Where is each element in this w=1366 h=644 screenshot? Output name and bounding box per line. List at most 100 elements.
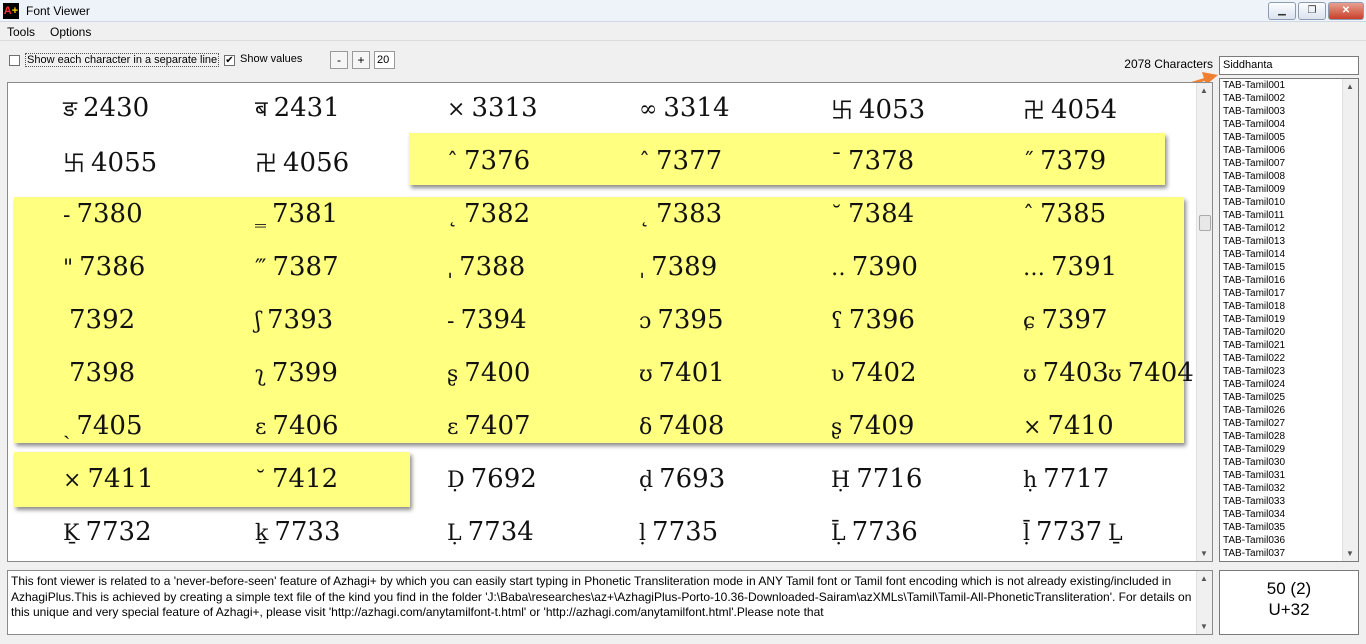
font-list-item[interactable]: TAB-Tamil002 — [1220, 92, 1358, 105]
char-cell[interactable]: ʊ 7404 — [1108, 358, 1194, 388]
char-cell[interactable]: ḥ 7717 — [1023, 464, 1109, 494]
char-cell[interactable]: ˌ 7388 — [447, 252, 525, 282]
char-cell[interactable]: ḍ 7693 — [639, 464, 725, 494]
char-cell[interactable]: δ 7408 — [639, 411, 724, 441]
font-list-item[interactable]: TAB-Tamil033 — [1220, 495, 1358, 508]
char-cell[interactable]: × 7411 — [63, 464, 154, 494]
font-list-item[interactable]: TAB-Tamil036 — [1220, 534, 1358, 547]
char-cell[interactable]: ḷ 7735 — [639, 517, 718, 547]
char-cell[interactable]: Ḵ 7732 — [63, 517, 152, 547]
char-cell[interactable]: ʂ 7409 — [831, 411, 914, 441]
restore-button[interactable]: ❐ — [1298, 2, 1326, 20]
show-values-label[interactable]: Show values — [240, 53, 302, 65]
char-cell[interactable]: ˘ 7412 — [255, 464, 338, 494]
font-list-item[interactable]: TAB-Tamil027 — [1220, 417, 1358, 430]
char-cell[interactable]: ḵ 7733 — [255, 517, 341, 547]
char-cell[interactable]: -7394 — [447, 305, 527, 335]
char-cell[interactable]: ˆ 7385 — [1023, 199, 1106, 229]
font-list-item[interactable]: TAB-Tamil024 — [1220, 378, 1358, 391]
font-list-item[interactable]: TAB-Tamil019 — [1220, 313, 1358, 326]
font-list-item[interactable]: TAB-Tamil035 — [1220, 521, 1358, 534]
font-list-scrollbar[interactable]: ▲ ▼ — [1342, 79, 1358, 561]
font-list-item[interactable]: TAB-Tamil015 — [1220, 261, 1358, 274]
font-list-item[interactable]: TAB-Tamil003 — [1220, 105, 1358, 118]
char-cell[interactable]: 7392 — [63, 305, 135, 335]
char-cell[interactable]: ʃ 7393 — [255, 305, 333, 335]
font-list-item[interactable]: TAB-Tamil037 — [1220, 547, 1358, 560]
char-cell[interactable]: ˎ 7405 — [63, 411, 143, 441]
char-cell[interactable]: ˌ 7389 — [639, 252, 717, 282]
font-list-item[interactable]: TAB-Tamil004 — [1220, 118, 1358, 131]
char-cell[interactable]: ʕ 7396 — [831, 305, 915, 335]
char-cell[interactable]: ‗ 7381 — [255, 199, 338, 229]
char-cell[interactable]: ˛ 7383 — [639, 199, 722, 229]
font-list-item[interactable]: TAB-Tamil020 — [1220, 326, 1358, 339]
char-cell[interactable]: Ḻ — [1108, 517, 1129, 547]
font-list-item[interactable]: TAB-Tamil009 — [1220, 183, 1358, 196]
font-list[interactable]: TAB-Tamil001 TAB-Tamil002 TAB-Tamil003 TAB-… — [1219, 78, 1359, 562]
font-list-item[interactable]: TAB-Tamil025 — [1220, 391, 1358, 404]
font-list-item[interactable]: TAB-Tamil029 — [1220, 443, 1358, 456]
char-cell[interactable]: ˛ 7382 — [447, 199, 530, 229]
char-cell[interactable]: Ḍ 7692 — [447, 464, 537, 494]
font-list-item[interactable]: TAB-Tamil028 — [1220, 430, 1358, 443]
show-values-checkbox[interactable]: ✔ — [224, 55, 235, 66]
char-cell[interactable]: ब 2431 — [255, 93, 340, 123]
char-cell[interactable]: -7380 — [63, 199, 143, 229]
decrease-size-button[interactable]: - — [330, 51, 348, 69]
font-list-item[interactable]: TAB-Tamil001 — [1220, 79, 1358, 92]
font-list-item[interactable]: TAB-Tamil006 — [1220, 144, 1358, 157]
minimize-button[interactable]: ▁ — [1268, 2, 1296, 20]
char-cell[interactable]: Ḥ 7716 — [831, 464, 922, 494]
menu-tools[interactable]: Tools — [7, 25, 35, 39]
char-cell[interactable]: ʂ 7400 — [447, 358, 530, 388]
char-cell[interactable]: ‴ 7387 — [255, 252, 339, 282]
char-cell[interactable]: ɛ 7406 — [255, 411, 339, 441]
char-cell[interactable]: ʊ 7401 — [639, 358, 725, 388]
font-list-item[interactable]: TAB-Tamil032 — [1220, 482, 1358, 495]
font-list-item[interactable]: TAB-Tamil018 — [1220, 300, 1358, 313]
font-list-item[interactable]: TAB-Tamil008 — [1220, 170, 1358, 183]
char-cell[interactable]: ɛ 7407 — [447, 411, 531, 441]
char-cell[interactable]: ʊ 7403 — [1023, 358, 1109, 388]
increase-size-button[interactable]: + — [352, 51, 370, 69]
scroll-down-icon[interactable]: ▼ — [1200, 549, 1208, 558]
char-cell[interactable]: ˆ 7377 — [639, 146, 722, 176]
char-cell[interactable]: ङ 2430 — [63, 93, 149, 123]
char-cell[interactable]: 卍 4056 — [255, 146, 349, 178]
close-button[interactable]: ✕ — [1328, 2, 1364, 20]
font-size-input[interactable]: 20 — [374, 51, 395, 69]
font-list-item[interactable]: TAB-Tamil011 — [1220, 209, 1358, 222]
separate-line-label[interactable]: Show each character in a separate line — [25, 53, 220, 67]
separate-line-checkbox[interactable] — [9, 55, 20, 66]
char-cell[interactable]: ʅ 7399 — [255, 358, 338, 388]
info-scroll-down-icon[interactable]: ▼ — [1200, 622, 1208, 631]
char-cell[interactable]: × 7410 — [1023, 411, 1114, 441]
char-cell[interactable]: 卍 4054 — [1023, 93, 1117, 125]
char-cell[interactable]: ʋ 7402 — [831, 358, 917, 388]
char-cell[interactable]: ˘ 7384 — [831, 199, 914, 229]
char-cell[interactable]: ˉ 7378 — [831, 146, 914, 176]
char-cell[interactable]: 7398 — [63, 358, 135, 388]
char-cell[interactable]: 卐 4055 — [63, 146, 157, 178]
font-list-item[interactable]: TAB-Tamil022 — [1220, 352, 1358, 365]
list-scroll-up-icon[interactable]: ▲ — [1346, 82, 1354, 91]
menu-options[interactable]: Options — [50, 25, 91, 39]
font-list-item[interactable]: TAB-Tamil007 — [1220, 157, 1358, 170]
font-list-item[interactable]: TAB-Tamil016 — [1220, 274, 1358, 287]
info-scroll-up-icon[interactable]: ▲ — [1200, 574, 1208, 583]
font-list-item[interactable]: TAB-Tamil014 — [1220, 248, 1358, 261]
font-list-item[interactable]: TAB-Tamil021 — [1220, 339, 1358, 352]
font-list-item[interactable]: TAB-Tamil013 — [1220, 235, 1358, 248]
font-list-item[interactable]: TAB-Tamil010 — [1220, 196, 1358, 209]
char-cell[interactable]: 卐 4053 — [831, 93, 925, 125]
char-cell[interactable]: " 7386 — [63, 252, 145, 282]
font-list-item[interactable]: TAB-Tamil026 — [1220, 404, 1358, 417]
font-list-item[interactable]: TAB-Tamil005 — [1220, 131, 1358, 144]
char-cell[interactable]: ˝ 7379 — [1023, 146, 1106, 176]
info-scrollbar[interactable]: ▲ ▼ — [1196, 571, 1212, 634]
char-cell[interactable]: ‥ 7390 — [831, 252, 918, 282]
scroll-up-icon[interactable]: ▲ — [1200, 86, 1208, 95]
font-name-input[interactable]: Siddhanta — [1219, 56, 1359, 75]
font-list-item[interactable]: TAB-Tamil017 — [1220, 287, 1358, 300]
